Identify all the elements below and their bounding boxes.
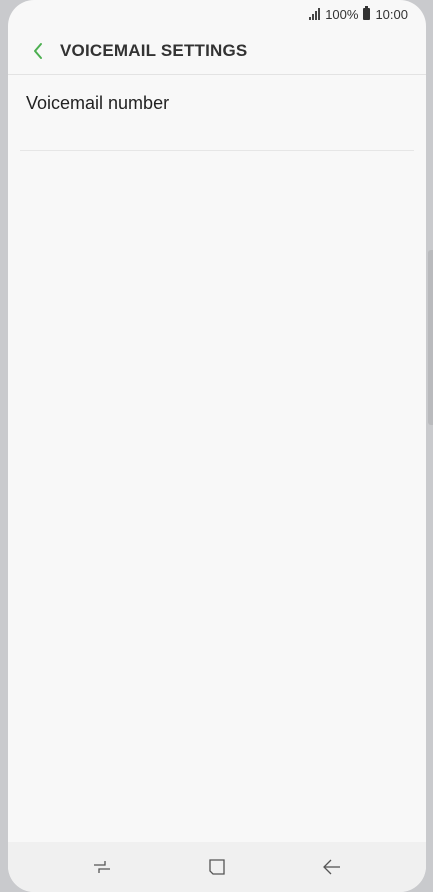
navigation-bar (8, 842, 426, 892)
battery-icon (363, 6, 371, 20)
list-item-label: Voicemail number (26, 93, 170, 113)
device-frame: 100% 10:00 VOICEMAIL SETTINGS Voicemail … (0, 0, 433, 892)
signal-icon (309, 8, 321, 20)
status-bar: 100% 10:00 (8, 0, 426, 28)
back-arrow-icon (323, 859, 341, 875)
voicemail-number-item[interactable]: Voicemail number (8, 75, 426, 150)
recents-button[interactable] (80, 845, 124, 889)
back-button[interactable] (16, 29, 60, 73)
system-back-button[interactable] (310, 845, 354, 889)
clock: 10:00 (375, 6, 408, 22)
settings-list: Voicemail number (8, 75, 426, 151)
battery-percent: 100% (325, 6, 359, 22)
side-key (428, 250, 433, 425)
recents-icon (93, 861, 110, 873)
home-icon (209, 859, 225, 875)
divider (20, 150, 414, 151)
page-title: VOICEMAIL SETTINGS (60, 41, 248, 60)
chevron-left-icon (34, 43, 42, 59)
app-bar: VOICEMAIL SETTINGS (8, 28, 426, 75)
home-button[interactable] (195, 845, 239, 889)
screen: 100% 10:00 VOICEMAIL SETTINGS Voicemail … (8, 0, 426, 892)
